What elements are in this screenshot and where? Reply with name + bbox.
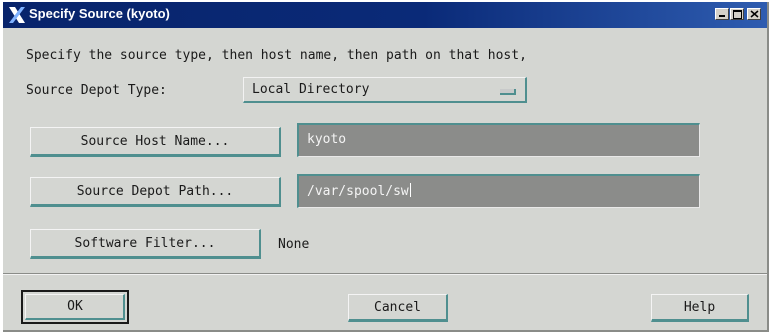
cancel-button[interactable]: Cancel: [348, 294, 448, 322]
help-button[interactable]: Help: [651, 294, 749, 322]
window-title: Specify Source (kyoto): [29, 6, 170, 21]
source-depot-path-button[interactable]: Source Depot Path...: [30, 177, 281, 207]
source-host-name-field[interactable]: kyoto: [297, 123, 700, 157]
action-area-separator: [3, 273, 767, 275]
option-menu-indicator-icon: [500, 89, 516, 95]
minimize-icon[interactable]: [715, 8, 729, 20]
source-depot-path-field[interactable]: /var/spool/sw: [297, 174, 700, 208]
source-host-name-button[interactable]: Source Host Name...: [30, 127, 281, 157]
source-host-name-button-label: Source Host Name...: [80, 134, 230, 149]
source-depot-type-menu[interactable]: Local Directory: [243, 77, 527, 103]
software-filter-button-label: Software Filter...: [74, 236, 216, 251]
help-button-label: Help: [683, 300, 716, 315]
source-depot-path-button-label: Source Depot Path...: [76, 184, 234, 199]
software-filter-value: None: [278, 237, 310, 252]
text-cursor: [409, 183, 411, 197]
instruction-text: Specify the source type, then host name,…: [26, 48, 527, 63]
ok-button-label: OK: [67, 299, 83, 314]
software-filter-button[interactable]: Software Filter...: [30, 229, 261, 259]
title-bar[interactable]: Specify Source (kyoto): [3, 2, 767, 28]
maximize-icon[interactable]: [730, 8, 744, 20]
source-depot-path-value: /var/spool/sw: [307, 183, 411, 199]
ok-button[interactable]: OK: [21, 290, 129, 324]
source-host-name-value: kyoto: [307, 132, 347, 147]
cancel-button-label: Cancel: [374, 300, 421, 315]
x-logo-icon[interactable]: [7, 5, 27, 25]
specify-source-dialog: Specify Source (kyoto) Specify the sourc…: [3, 2, 769, 332]
source-depot-type-value: Local Directory: [252, 82, 370, 97]
close-icon[interactable]: [747, 8, 761, 20]
source-depot-type-label: Source Depot Type:: [26, 83, 167, 98]
